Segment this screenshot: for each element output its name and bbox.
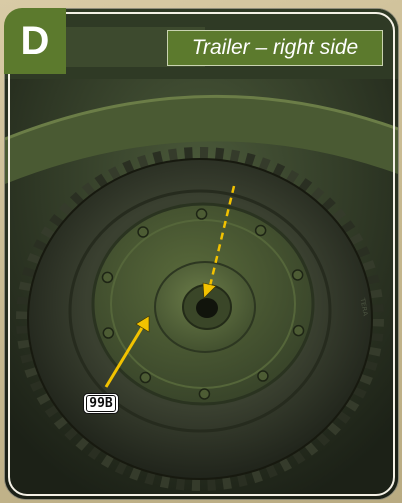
rim-bolt [102, 327, 115, 339]
rim-bolt [291, 269, 304, 281]
rim-bolt [257, 370, 269, 382]
part-number-tag: 99B [83, 393, 119, 414]
photo-frame: ᵀᴱᴿᴬ [4, 8, 399, 500]
panel-letter-badge: D [4, 8, 66, 74]
rim-bolt [139, 371, 152, 384]
rim-bolt [101, 271, 114, 284]
axle-hole [196, 298, 218, 318]
rim-bolt [254, 224, 267, 237]
rim-bolt [292, 324, 305, 337]
rim-bolt [137, 226, 149, 238]
rim-bolt [195, 208, 208, 220]
panel-caption: Trailer – right side [167, 30, 383, 66]
instruction-panel: ᵀᴱᴿᴬ D Trailer – right side 99B [0, 0, 402, 503]
rim-bolt [198, 388, 211, 400]
wheel-photo: ᵀᴱᴿᴬ [5, 9, 398, 499]
part-number-label: 99B [86, 395, 116, 412]
